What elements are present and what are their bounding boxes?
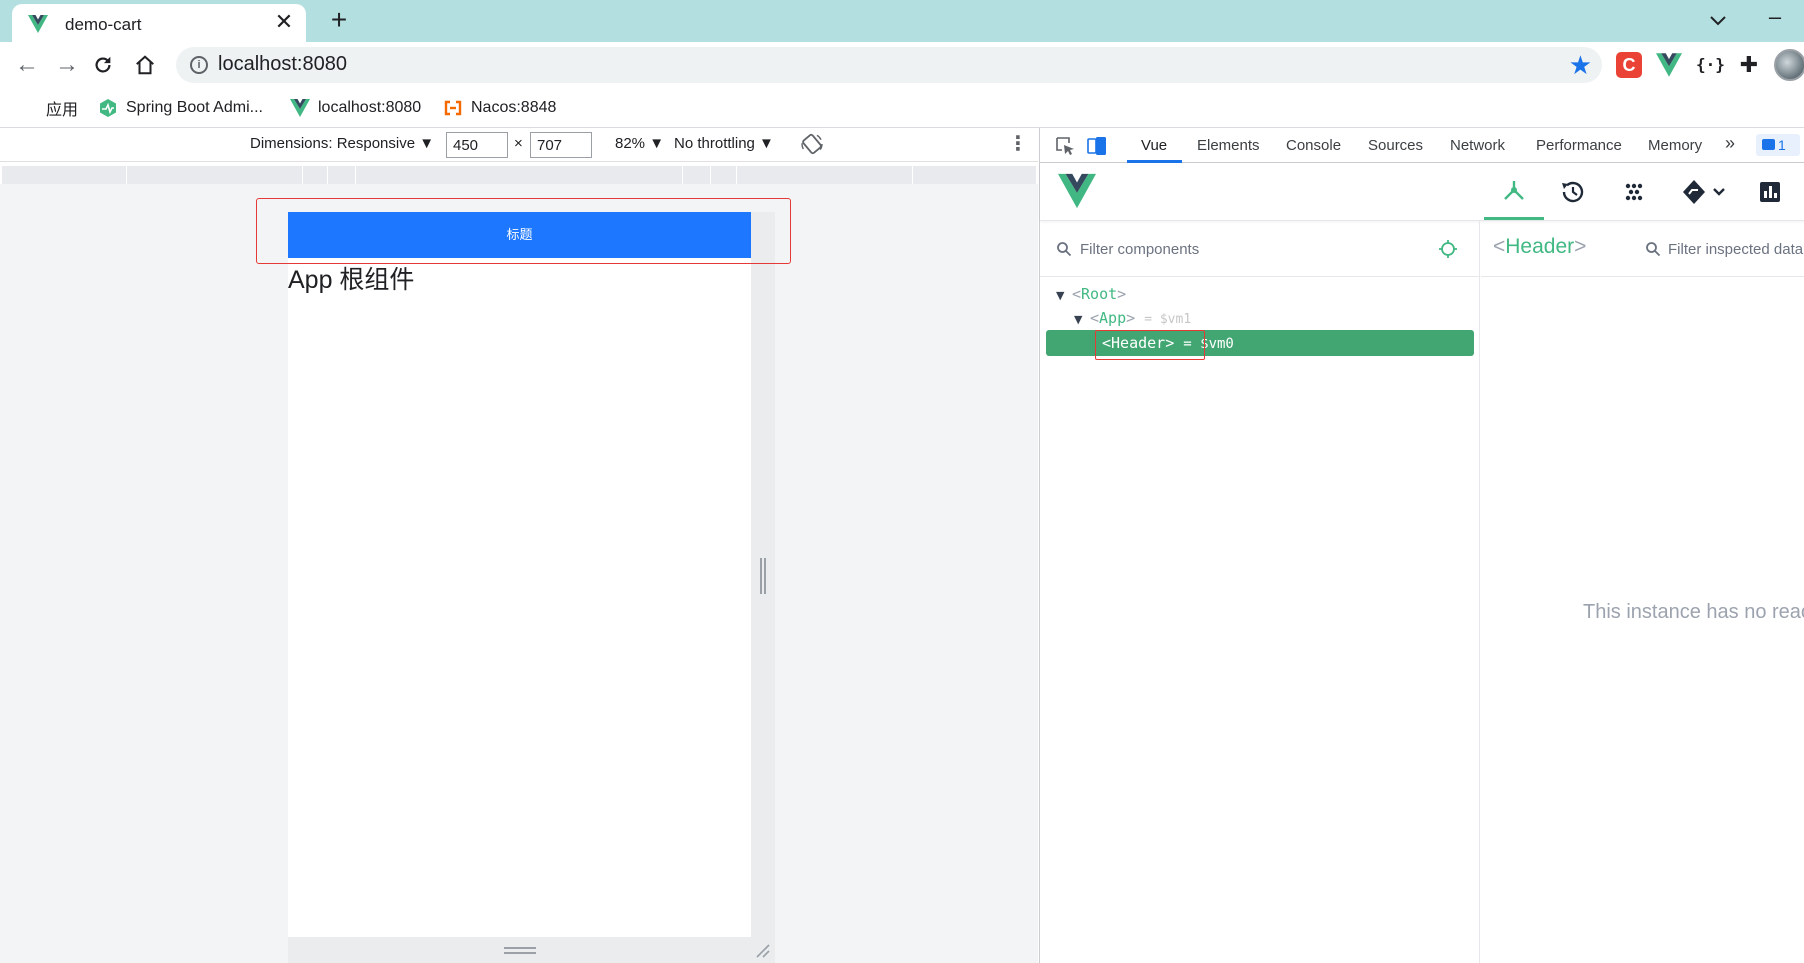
inspector-pane: <Header> This instance has no reactive s…	[1481, 221, 1804, 963]
vue-devtools-extension-icon[interactable]	[1656, 52, 1682, 78]
search-icon	[1057, 242, 1072, 257]
bookmark-nacos[interactable]: Nacos:8848	[443, 96, 556, 120]
spring-boot-admin-icon	[100, 99, 116, 117]
no-reactive-state-message: This instance has no reactive state	[1583, 601, 1804, 623]
more-tabs-icon[interactable]: »	[1725, 133, 1735, 154]
inspector-header-row: <Header>	[1481, 221, 1804, 277]
components-tree-icon[interactable]	[1499, 177, 1529, 207]
dimension-separator: ×	[514, 135, 523, 152]
devtools-tab-bar: Vue Elements Console Sources Network Per…	[1040, 128, 1804, 163]
tab-sources[interactable]: Sources	[1368, 137, 1423, 154]
tab-elements[interactable]: Elements	[1197, 137, 1260, 154]
issues-count: 1	[1778, 137, 1786, 153]
issues-badge[interactable]: 1	[1756, 134, 1800, 156]
vue-favicon-icon	[28, 15, 48, 33]
tab-title: demo-cart	[65, 15, 142, 34]
device-height-input[interactable]	[530, 132, 592, 158]
throttling-select[interactable]: No throttling ▼	[674, 135, 774, 152]
tab-memory[interactable]: Memory	[1648, 137, 1702, 154]
bookmark-label: localhost:8080	[318, 99, 422, 116]
timeline-history-icon[interactable]	[1558, 177, 1588, 207]
rotate-device-icon[interactable]	[800, 132, 824, 156]
browser-toolbar: ← → i localhost:8080 ★ C {·} ✚	[0, 42, 1804, 88]
extensions-puzzle-icon[interactable]: ✚	[1736, 52, 1762, 78]
bookmark-apps[interactable]: 应用	[18, 96, 78, 120]
router-menu-icon[interactable]	[1680, 177, 1726, 207]
vue-active-tool-indicator	[1484, 217, 1544, 220]
dimensions-select[interactable]: Dimensions: Responsive ▼	[250, 135, 434, 152]
vue-bookmark-icon	[290, 99, 310, 117]
filter-inspected-input[interactable]	[1668, 235, 1804, 263]
apps-grid-icon	[18, 98, 38, 118]
tree-node-app[interactable]: ▼ <App> = $vm1	[1074, 305, 1191, 331]
vue-logo-icon	[1058, 173, 1096, 209]
tab-search-chevron-icon[interactable]	[1706, 8, 1730, 32]
new-tab-button[interactable]: +	[324, 5, 354, 35]
browser-tab[interactable]: demo-cart ✕	[12, 4, 306, 42]
filter-components-input[interactable]	[1080, 235, 1420, 263]
expand-triangle-icon[interactable]: ▼	[1056, 283, 1072, 309]
home-icon[interactable]	[134, 54, 156, 76]
extension-c-icon[interactable]: C	[1616, 52, 1642, 78]
address-url[interactable]: localhost:8080	[218, 53, 347, 76]
tab-close-icon[interactable]: ✕	[272, 10, 296, 34]
search-icon	[1646, 242, 1661, 257]
tree-node-name: App	[1099, 309, 1127, 327]
tab-console[interactable]: Console	[1286, 137, 1341, 154]
issues-chat-icon	[1762, 139, 1775, 150]
devtools-panel: Vue Elements Console Sources Network Per…	[1039, 128, 1804, 963]
tab-network[interactable]: Network	[1450, 137, 1505, 154]
bookmarks-bar: 应用 Spring Boot Admi... localhost:8080 Na…	[0, 88, 1804, 128]
json-extension-icon[interactable]: {·}	[1696, 52, 1725, 78]
device-more-options-icon[interactable]: ⋮	[1008, 132, 1028, 158]
inspected-component-name: Header	[1505, 235, 1575, 258]
header-highlight-annotation	[256, 198, 791, 264]
reload-icon[interactable]	[92, 54, 114, 76]
vue-devtools-header	[1040, 163, 1804, 221]
address-bar[interactable]: i localhost:8080 ★	[176, 47, 1602, 83]
device-toggle-icon[interactable]	[1086, 135, 1108, 157]
tab-vue[interactable]: Vue	[1141, 137, 1167, 154]
nacos-icon	[444, 100, 462, 116]
device-screen: 标题 App 根组件	[288, 212, 751, 937]
filter-components-row	[1040, 221, 1480, 277]
browser-tab-strip: demo-cart ✕ + –	[0, 0, 1804, 42]
bookmark-localhost[interactable]: localhost:8080	[290, 96, 421, 120]
bookmark-star-icon[interactable]: ★	[1569, 50, 1592, 80]
tree-node-root[interactable]: ▼ <Root>	[1056, 281, 1126, 307]
tab-performance[interactable]: Performance	[1536, 137, 1622, 154]
bookmark-label: Nacos:8848	[471, 99, 557, 116]
emulated-viewport-area: 标题 App 根组件	[0, 184, 1038, 963]
resize-corner-icon[interactable]	[754, 942, 770, 958]
bookmark-spring-boot-admin[interactable]: Spring Boot Admi...	[98, 96, 263, 120]
media-query-ruler[interactable]	[2, 166, 1036, 184]
inspect-element-icon[interactable]	[1054, 135, 1076, 157]
zoom-select[interactable]: 82% ▼	[615, 135, 664, 152]
device-toolbar: Dimensions: Responsive ▼ × 82% ▼ No thro…	[0, 128, 1038, 162]
site-info-icon[interactable]: i	[190, 56, 208, 74]
app-root-text: App 根组件	[288, 266, 415, 294]
performance-chart-icon[interactable]	[1755, 177, 1785, 207]
profile-avatar[interactable]	[1774, 49, 1804, 81]
component-tree-pane: ▼<Root> ▼<App> = $vm1 <Header> = $vm0	[1040, 221, 1480, 963]
resize-handle-horizontal[interactable]	[504, 947, 536, 954]
inspected-component-title: <Header>	[1493, 235, 1587, 258]
bookmark-label: Spring Boot Admi...	[126, 99, 263, 116]
window-minimize-icon[interactable]: –	[1762, 6, 1788, 32]
resize-handle-vertical[interactable]	[760, 558, 766, 594]
back-arrow-icon[interactable]: ←	[12, 50, 42, 80]
tree-node-name: Root	[1081, 285, 1118, 303]
forward-arrow-icon[interactable]: →	[52, 50, 82, 80]
header-node-highlight-annotation	[1095, 330, 1205, 360]
tree-node-vm-ref: = $vm1	[1144, 312, 1192, 327]
select-component-target-icon[interactable]	[1438, 239, 1458, 259]
device-width-input[interactable]	[446, 132, 508, 158]
bookmark-label: 应用	[46, 102, 79, 119]
plugins-grid-icon[interactable]	[1619, 177, 1649, 207]
